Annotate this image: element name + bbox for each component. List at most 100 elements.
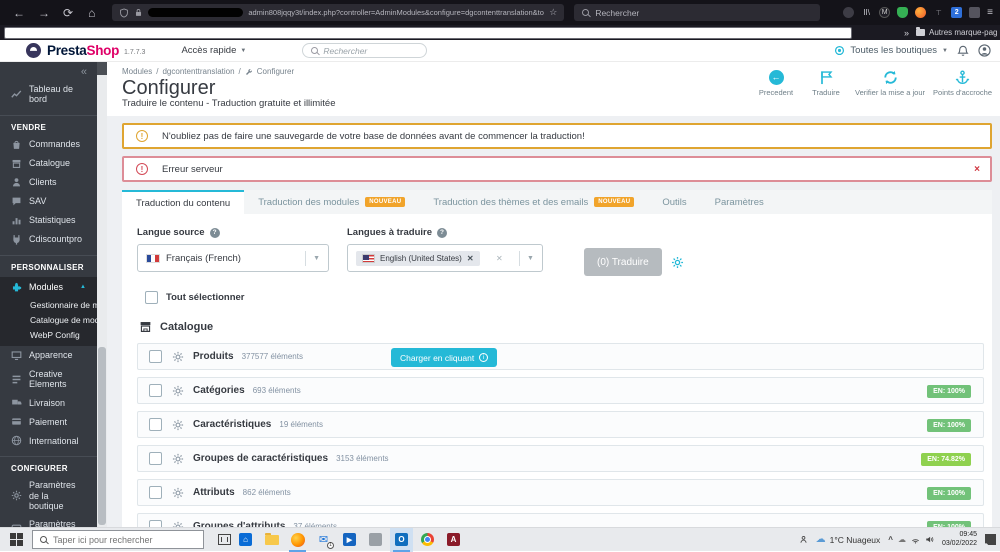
gear-icon[interactable] <box>172 453 184 465</box>
library-icon[interactable]: II\ <box>861 7 872 18</box>
help-icon[interactable] <box>437 227 447 238</box>
browser-forward-icon[interactable] <box>38 7 50 19</box>
help-icon[interactable] <box>209 227 220 238</box>
check-update-button[interactable]: Verifier la mise a jour <box>855 69 925 97</box>
menu-icon[interactable] <box>987 7 993 18</box>
clear-all-icon[interactable] <box>496 254 503 263</box>
volume-icon[interactable] <box>925 535 934 544</box>
scrollbar-up-button[interactable] <box>97 62 107 75</box>
sidebar-collapse-icon[interactable] <box>0 62 97 80</box>
sidebar-subitem-webp-config[interactable]: WebP Config <box>0 328 97 343</box>
load-on-click-button[interactable]: Charger en cliquant <box>391 348 498 367</box>
sidebar-item-catalogue[interactable]: Catalogue <box>0 154 97 173</box>
translate-button-toolbar[interactable]: Traduire <box>805 69 847 97</box>
admin-search-input[interactable]: Rechercher <box>302 43 428 58</box>
scrollbar-thumb[interactable] <box>98 347 106 525</box>
user-avatar-icon[interactable] <box>978 44 991 57</box>
shield-icon[interactable] <box>119 7 129 18</box>
tab-traduction-themes-emails[interactable]: Traduction des thèmes et des emails NOUVE… <box>419 190 648 214</box>
close-icon[interactable] <box>974 164 980 175</box>
tab-parametres[interactable]: Paramètres <box>701 190 778 214</box>
gear-icon[interactable] <box>172 419 184 431</box>
tab-outils[interactable]: Outils <box>648 190 700 214</box>
sidebar-item-dashboard[interactable]: Tableau de bord <box>0 80 97 109</box>
taskbar-app-remote[interactable] <box>364 528 387 552</box>
address-bar[interactable]: admin808jqqy3t/index.php?controller=Admi… <box>112 4 565 21</box>
target-language-multiselect[interactable]: English (United States) <box>347 244 543 272</box>
browser-reload-icon[interactable] <box>63 7 73 19</box>
sidebar-item-livraison[interactable]: Livraison <box>0 393 97 412</box>
sidebar-item-creative-elements[interactable]: Creative Elements <box>0 365 97 394</box>
previous-button[interactable]: Precedent <box>755 69 797 97</box>
sidebar-item-modules[interactable]: Modules <box>0 277 97 298</box>
gear-icon[interactable] <box>172 487 184 499</box>
url-text[interactable]: admin808jqqy3t/index.php?controller=Admi… <box>248 8 544 17</box>
row-checkbox[interactable] <box>149 452 162 465</box>
bookmarks-overflow-icon[interactable] <box>904 28 909 38</box>
row-checkbox[interactable] <box>149 486 162 499</box>
row-checkbox[interactable] <box>149 418 162 431</box>
row-checkbox[interactable] <box>149 350 162 363</box>
gear-icon[interactable] <box>172 351 184 363</box>
sidebar-item-commandes[interactable]: Commandes <box>0 135 97 154</box>
profile-icon[interactable]: M <box>879 7 891 18</box>
onedrive-icon[interactable] <box>898 535 906 544</box>
sidebar-scrollbar[interactable] <box>97 62 107 527</box>
sidebar-item-parametres-boutique[interactable]: Paramètres de la boutique <box>0 476 88 515</box>
taskbar-app-outlook[interactable]: O <box>390 527 413 552</box>
extension-badge-icon[interactable]: 2 <box>951 7 963 18</box>
sidebar-item-apparence[interactable]: Apparence <box>0 346 97 365</box>
notifications-bell-icon[interactable] <box>957 45 969 57</box>
taskbar-search[interactable] <box>32 530 204 549</box>
browser-home-icon[interactable] <box>88 7 95 19</box>
tab-traduction-du-contenu[interactable]: Traduction du contenu <box>122 190 245 214</box>
tab-traduction-des-modules[interactable]: Traduction des modules NOUVEAU <box>244 190 419 214</box>
lock-icon[interactable] <box>134 8 143 17</box>
bookmarks-folder-label[interactable]: Autres marque-pag <box>929 28 997 37</box>
quick-access-menu[interactable]: Accès rapide <box>181 45 246 56</box>
taskbar-search-input[interactable] <box>53 534 196 545</box>
bookmark-star-icon[interactable] <box>549 7 557 18</box>
clock[interactable]: 09:45 03/02/2022 <box>942 531 977 549</box>
gear-icon[interactable] <box>172 385 184 397</box>
breadcrumb-modules[interactable]: Modules <box>122 67 152 76</box>
sidebar-item-parametres-avances[interactable]: Paramètres avancés <box>0 515 97 527</box>
tray-expand-icon[interactable] <box>888 535 893 544</box>
sidebar-item-paiement[interactable]: Paiement <box>0 412 97 431</box>
sidebar-item-cdiscountpro[interactable]: Cdiscountpro <box>0 230 97 249</box>
browser-back-icon[interactable] <box>13 7 25 19</box>
extension-orange-icon[interactable] <box>915 7 927 18</box>
translate-count-button[interactable]: (0) Traduire <box>584 248 662 276</box>
taskbar-app-store[interactable] <box>234 528 257 552</box>
select-all-checkbox[interactable] <box>145 291 158 304</box>
extension-gray-icon[interactable] <box>969 7 981 18</box>
taskbar-app-blue[interactable] <box>338 528 361 552</box>
taskbar-app-mail[interactable]: 1 <box>312 528 335 552</box>
weather-widget[interactable]: 1°C Nuageux <box>816 534 881 545</box>
taskbar-app-explorer[interactable] <box>260 528 283 552</box>
people-icon[interactable] <box>799 535 808 544</box>
source-language-select[interactable]: Français (French) <box>137 244 329 272</box>
start-button[interactable] <box>10 533 23 546</box>
settings-gear-icon[interactable] <box>671 256 684 269</box>
remove-tag-icon[interactable] <box>467 254 474 263</box>
sidebar-subitem-gestionnaire[interactable]: Gestionnaire de modules <box>0 298 97 313</box>
sidebar-item-statistiques[interactable]: Statistiques <box>0 211 97 230</box>
browser-search-bar[interactable]: Rechercher <box>574 4 821 21</box>
taskbar-app-access[interactable]: A <box>442 528 465 552</box>
anchors-button[interactable]: Points d'accroche <box>933 69 992 97</box>
row-checkbox[interactable] <box>149 384 162 397</box>
network-icon[interactable] <box>911 535 920 544</box>
taskbar-app-firefox[interactable] <box>286 528 309 552</box>
pin-icon[interactable]: ⊤ <box>933 7 944 18</box>
notification-center-icon[interactable] <box>985 534 996 545</box>
sidebar-item-international[interactable]: International <box>0 431 97 450</box>
task-view-icon[interactable] <box>218 534 231 545</box>
pocket-icon[interactable] <box>843 7 855 18</box>
sidebar-item-clients[interactable]: Clients <box>0 173 97 192</box>
sidebar-item-sav[interactable]: SAV <box>0 192 97 211</box>
adblock-shield-icon[interactable] <box>897 7 909 18</box>
sidebar-subitem-catalogue-modules[interactable]: Catalogue de modules <box>0 313 97 328</box>
breadcrumb-module-name[interactable]: dgcontenttranslation <box>162 67 234 76</box>
taskbar-app-chrome[interactable] <box>416 528 439 552</box>
